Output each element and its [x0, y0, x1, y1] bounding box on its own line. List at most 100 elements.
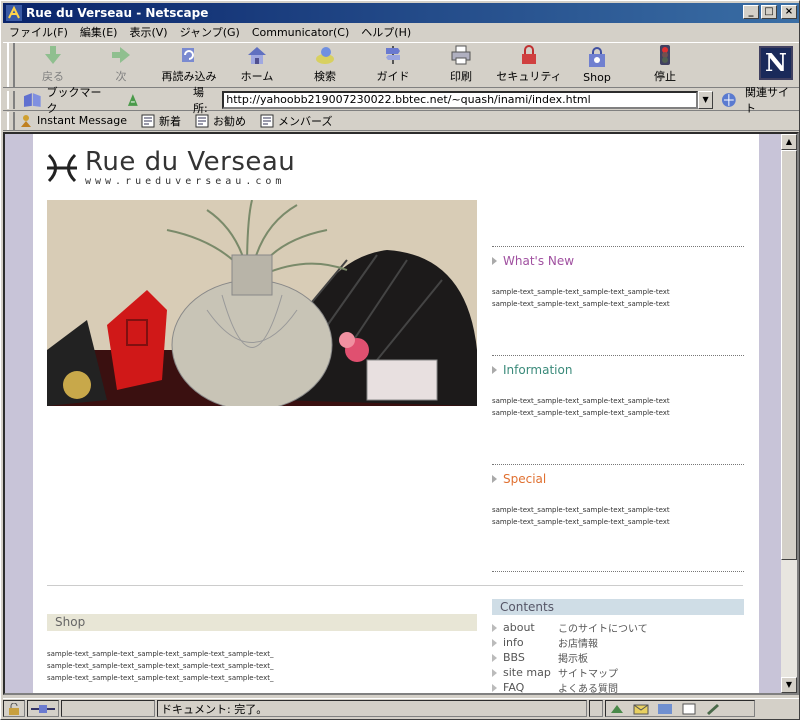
menu-go[interactable]: ジャンプ(G) — [174, 24, 246, 40]
menu-help[interactable]: ヘルプ(H) — [355, 24, 417, 40]
padlock-icon — [522, 45, 536, 64]
personal-item-members-label: メンバーズ — [278, 114, 333, 128]
shop-button[interactable]: Shop — [563, 43, 631, 87]
scroll-thumb[interactable] — [781, 150, 797, 560]
contents-value: お店情報 — [558, 639, 598, 650]
section-divider — [492, 571, 744, 572]
personal-grip[interactable] — [7, 111, 15, 130]
text-line: sample-text_sample-text_sample-text_samp… — [492, 409, 670, 417]
navigator-icon[interactable] — [609, 703, 625, 715]
horizontal-rule — [47, 585, 743, 586]
contents-list: about このサイトについて info お店情報 BBS 掲示板 site m… — [492, 620, 744, 695]
section-divider — [492, 355, 744, 356]
instant-message-label: Instant Message — [37, 114, 127, 127]
reload-label: 再読み込み — [161, 70, 217, 83]
page-proxy-icon[interactable] — [125, 92, 141, 108]
contents-item-info[interactable]: info お店情報 — [492, 635, 744, 650]
information-title: Information — [503, 363, 573, 377]
connection-plug-icon — [31, 704, 55, 713]
home-label: ホーム — [240, 70, 274, 83]
web-page: Rue du Verseau www.rueduverseau.com What… — [33, 134, 759, 695]
progress-box — [61, 700, 155, 717]
lock-status-icon — [9, 702, 19, 715]
reload-button[interactable]: 再読み込み — [155, 43, 223, 87]
contents-item-about[interactable]: about このサイトについて — [492, 620, 744, 635]
section-information: Information sample-text_sample-text_samp… — [492, 355, 744, 419]
back-arrow-icon — [45, 46, 61, 64]
stop-button[interactable]: 停止 — [631, 43, 699, 87]
instant-message-icon — [21, 114, 31, 127]
instant-message-button[interactable]: Instant Message — [19, 114, 127, 128]
security-status[interactable] — [3, 700, 25, 717]
guide-label: ガイド — [376, 70, 410, 83]
contents-value: よくある質問 — [558, 684, 618, 695]
contents-value: 掲示板 — [558, 654, 588, 665]
information-heading[interactable]: Information — [492, 363, 744, 377]
contents-item-faq[interactable]: FAQ よくある質問 — [492, 680, 744, 695]
location-grip[interactable] — [7, 90, 15, 109]
arrow-icon — [492, 475, 497, 483]
security-label: セキュリティ — [496, 70, 562, 83]
section-divider — [492, 464, 744, 465]
special-heading[interactable]: Special — [492, 472, 744, 486]
search-icon — [316, 47, 334, 64]
personal-item-members[interactable]: メンバーズ — [260, 113, 332, 129]
forward-arrow-icon — [112, 47, 130, 63]
section-special: Special sample-text_sample-text_sample-t… — [492, 464, 744, 528]
contents-item-site-map[interactable]: site map サイトマップ — [492, 665, 744, 680]
scroll-up-button[interactable]: ▲ — [781, 134, 797, 150]
arrow-icon — [492, 257, 497, 265]
search-label: 検索 — [314, 70, 336, 83]
text-line: sample-text_sample-text_sample-text_samp… — [47, 674, 274, 682]
component-bar — [605, 700, 755, 717]
menu-view[interactable]: 表示(V) — [123, 24, 173, 40]
menu-edit[interactable]: 編集(E) — [74, 24, 124, 40]
menu-file[interactable]: ファイル(F) — [3, 24, 74, 40]
netscape-logo[interactable]: N — [759, 46, 793, 80]
composer-icon[interactable] — [705, 703, 721, 715]
newsgroups-icon[interactable] — [657, 703, 673, 715]
text-line: sample-text_sample-text_sample-text_samp… — [492, 288, 670, 296]
close-button[interactable]: × — [781, 5, 797, 19]
back-button[interactable]: 戻る — [19, 43, 87, 87]
page-viewport: Rue du Verseau www.rueduverseau.com What… — [3, 132, 799, 695]
minimize-button[interactable]: _ — [743, 5, 759, 19]
search-button[interactable]: 検索 — [291, 43, 359, 87]
printer-icon — [451, 45, 471, 65]
home-button[interactable]: ホーム — [223, 43, 291, 87]
forward-button[interactable]: 次 — [87, 43, 155, 87]
netscape-app-icon — [6, 5, 22, 21]
text-line: sample-text_sample-text_sample-text_samp… — [47, 662, 274, 670]
toolbar-grip[interactable] — [7, 43, 15, 87]
bookmark-icon — [23, 92, 41, 107]
print-button[interactable]: 印刷 — [427, 43, 495, 87]
arrow-icon — [492, 366, 497, 374]
bookmark-page-icon — [141, 114, 155, 127]
text-line: sample-text_sample-text_sample-text_samp… — [492, 397, 670, 405]
site-name: Rue du Verseau — [85, 147, 296, 177]
url-input[interactable]: http://yahoobb219007230022.bbtec.net/~qu… — [222, 90, 698, 109]
contents-key: BBS — [503, 651, 525, 664]
hero-photo — [47, 200, 477, 406]
url-dropdown-button[interactable]: ▼ — [697, 90, 714, 109]
vertical-scrollbar[interactable]: ▲ ▼ — [781, 134, 797, 693]
guide-button[interactable]: ガイド — [359, 43, 427, 87]
contents-item-bbs[interactable]: BBS 掲示板 — [492, 650, 744, 665]
section-whats-new: What's New sample-text_sample-text_sampl… — [492, 246, 744, 310]
personal-item-new[interactable]: 新着 — [141, 113, 181, 129]
menu-communicator[interactable]: Communicator(C) — [246, 26, 355, 39]
scroll-down-button[interactable]: ▼ — [781, 677, 797, 693]
contents-value: このサイトについて — [558, 624, 648, 635]
maximize-button[interactable]: □ — [761, 5, 777, 19]
personal-item-recommended-label: お勧め — [213, 114, 246, 128]
site-logo[interactable]: Rue du Verseau www.rueduverseau.com — [45, 148, 295, 187]
shop-heading[interactable]: Shop — [47, 614, 477, 631]
address-book-icon[interactable] — [681, 703, 697, 715]
contents-value: サイトマップ — [558, 669, 618, 680]
personal-item-recommended[interactable]: お勧め — [195, 113, 246, 129]
whats-new-heading[interactable]: What's New — [492, 254, 744, 268]
mail-icon[interactable] — [633, 703, 649, 715]
security-button[interactable]: セキュリティ — [495, 43, 563, 87]
connection-status[interactable] — [27, 700, 59, 717]
status-bar: ドキュメント: 完了。 — [3, 698, 799, 718]
